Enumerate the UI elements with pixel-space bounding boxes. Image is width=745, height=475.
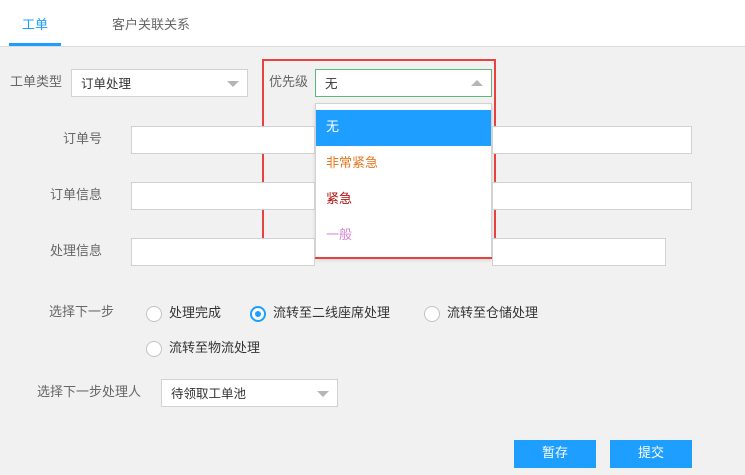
priority-option-label: 一般 — [326, 228, 353, 243]
order-info-input[interactable] — [131, 182, 315, 210]
radio-process-complete[interactable] — [146, 306, 162, 322]
ticket-type-label: 工单类型 — [10, 75, 63, 90]
priority-value: 无 — [325, 76, 338, 91]
ticket-type-select[interactable]: 订单处理 — [71, 69, 248, 97]
priority-option-urgent[interactable]: 紧急 — [316, 182, 491, 218]
radio-label[interactable]: 流转至仓储处理 — [447, 306, 538, 322]
priority-option-normal[interactable]: 一般 — [316, 218, 491, 254]
order-no-label: 订单号 — [63, 132, 103, 147]
order-info-input-right[interactable] — [492, 182, 692, 210]
chevron-up-icon — [471, 80, 483, 86]
next-step-label: 选择下一步 — [49, 305, 115, 320]
priority-option-label: 紧急 — [326, 192, 353, 207]
next-handler-select[interactable]: 待领取工单池 — [161, 379, 338, 407]
radio-transfer-logistics[interactable] — [146, 341, 162, 357]
radio-transfer-tier2[interactable] — [250, 306, 266, 322]
tab-ticket[interactable]: 工单 — [22, 17, 48, 35]
process-info-input-right[interactable] — [492, 238, 666, 266]
radio-label[interactable]: 处理完成 — [169, 306, 221, 322]
process-info-label: 处理信息 — [50, 244, 103, 259]
submit-button[interactable]: 提交 — [610, 440, 692, 468]
radio-transfer-warehouse[interactable] — [424, 306, 440, 322]
priority-select[interactable]: 无 — [315, 69, 492, 97]
order-info-label: 订单信息 — [50, 188, 103, 203]
priority-option-none[interactable]: 无 — [316, 110, 491, 146]
priority-option-very-urgent[interactable]: 非常紧急 — [316, 146, 491, 182]
radio-label[interactable]: 流转至物流处理 — [169, 341, 260, 357]
chevron-down-icon — [227, 81, 239, 87]
priority-label: 优先级 — [269, 75, 309, 90]
next-handler-label: 选择下一步处理人 — [37, 385, 142, 400]
active-tab-indicator — [9, 43, 61, 46]
priority-dropdown: 无 非常紧急 紧急 一般 — [315, 103, 492, 258]
chevron-down-icon — [317, 391, 329, 397]
radio-label[interactable]: 流转至二线座席处理 — [273, 306, 390, 322]
next-handler-value: 待领取工单池 — [171, 386, 247, 401]
order-no-input-right[interactable] — [492, 126, 692, 154]
tab-bar: 工单 客户关联关系 — [0, 0, 745, 47]
process-info-input[interactable] — [131, 238, 315, 266]
radio-dot — [255, 311, 261, 317]
ticket-type-value: 订单处理 — [81, 76, 132, 91]
priority-option-label: 非常紧急 — [326, 156, 379, 171]
priority-option-label: 无 — [326, 120, 340, 135]
save-draft-button[interactable]: 暂存 — [514, 440, 596, 468]
order-no-input[interactable] — [131, 126, 315, 154]
tab-customer-relations[interactable]: 客户关联关系 — [112, 17, 190, 35]
